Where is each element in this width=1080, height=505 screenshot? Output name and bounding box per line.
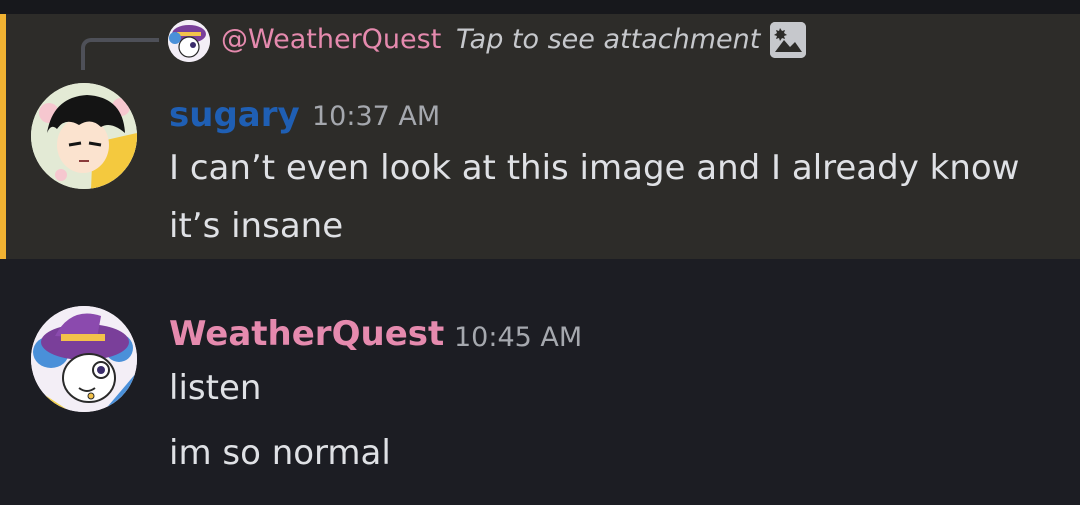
message-timestamp: 10:45 AM [454,322,583,353]
mention-highlight-bar [0,14,6,259]
reply-connector [81,38,159,70]
message-text: I can’t even look at this image and I al… [169,148,1020,188]
reply-preview-text[interactable]: Tap to see attachment [456,24,760,55]
avatar-weatherquest[interactable] [31,306,137,412]
message-text: it’s insane [169,206,344,246]
avatar-sugary[interactable] [31,83,137,189]
author-name-sugary[interactable]: sugary [169,95,300,135]
image-icon [770,22,806,58]
reply-mention[interactable]: @WeatherQuest [221,24,441,55]
top-divider [0,0,1080,14]
message-text: im so normal [169,433,391,473]
message-text: listen [169,368,262,408]
message-timestamp: 10:37 AM [312,101,441,132]
reply-avatar[interactable] [168,20,210,62]
author-name-weatherquest[interactable]: WeatherQuest [169,314,444,354]
